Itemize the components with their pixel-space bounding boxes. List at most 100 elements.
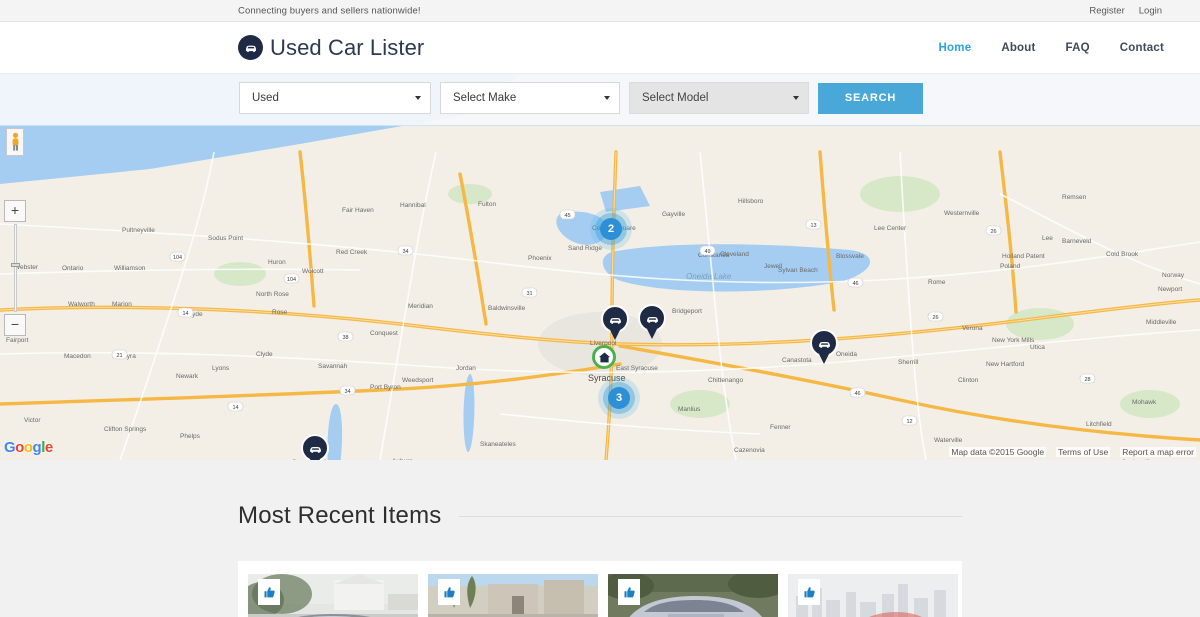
listing-photo[interactable] bbox=[248, 574, 418, 617]
svg-text:Conquest: Conquest bbox=[370, 330, 398, 337]
map-zoom-controls[interactable]: + − bbox=[4, 200, 26, 336]
svg-text:Williamson: Williamson bbox=[114, 265, 146, 272]
utility-bar: Connecting buyers and sellers nationwide… bbox=[0, 0, 1200, 22]
svg-text:Jordan: Jordan bbox=[456, 365, 476, 372]
car-pin-icon[interactable] bbox=[638, 304, 666, 332]
model-select[interactable]: Select Model bbox=[629, 82, 809, 114]
svg-text:Jordanville: Jordanville bbox=[1122, 459, 1153, 460]
svg-text:49: 49 bbox=[704, 249, 710, 255]
make-select[interactable]: Select Make bbox=[440, 82, 620, 114]
svg-text:Marion: Marion bbox=[112, 301, 132, 308]
svg-text:34: 34 bbox=[402, 249, 408, 255]
listing-photo[interactable] bbox=[608, 574, 778, 617]
zoom-slider-knob[interactable] bbox=[10, 263, 20, 267]
chevron-down-icon bbox=[793, 96, 799, 100]
search-button[interactable]: SEARCH bbox=[818, 82, 923, 114]
svg-text:Cleveland: Cleveland bbox=[720, 251, 749, 258]
street-view-pegman-icon[interactable] bbox=[6, 128, 24, 156]
condition-select[interactable]: Used bbox=[239, 82, 431, 114]
car-pin-icon[interactable] bbox=[601, 305, 629, 333]
svg-text:Norway: Norway bbox=[1162, 272, 1185, 279]
svg-text:Cazenovia: Cazenovia bbox=[734, 447, 765, 454]
thumbs-up-icon[interactable] bbox=[438, 579, 460, 605]
recent-items-list: IMAGE COMING SOON bbox=[238, 561, 962, 617]
login-link[interactable]: Login bbox=[1139, 5, 1162, 16]
list-item[interactable]: IMAGE COMING SOON bbox=[788, 574, 958, 617]
svg-text:Victor: Victor bbox=[24, 417, 41, 424]
svg-text:Macedon: Macedon bbox=[64, 353, 91, 360]
map-section[interactable]: Fair Haven Hannibal Fulton Central Squar… bbox=[0, 74, 1200, 460]
brand-logo[interactable]: Used Car Lister bbox=[238, 35, 424, 61]
svg-text:Savannah: Savannah bbox=[318, 363, 348, 370]
svg-text:Fulton: Fulton bbox=[478, 201, 496, 208]
svg-text:Phoenix: Phoenix bbox=[528, 255, 552, 262]
svg-text:28: 28 bbox=[1084, 377, 1090, 383]
svg-text:31: 31 bbox=[526, 291, 532, 297]
svg-text:45: 45 bbox=[564, 213, 570, 219]
zoom-slider[interactable] bbox=[10, 224, 20, 312]
svg-text:Pultneyville: Pultneyville bbox=[122, 227, 155, 234]
page-title: Most Recent Items bbox=[238, 502, 442, 529]
svg-text:Auburn: Auburn bbox=[392, 458, 413, 460]
svg-text:Blossvale: Blossvale bbox=[836, 253, 864, 260]
map-cluster-marker[interactable]: 2 bbox=[600, 218, 622, 240]
listing-photo[interactable] bbox=[428, 574, 598, 617]
svg-text:North Rose: North Rose bbox=[256, 291, 289, 298]
zoom-in-button[interactable]: + bbox=[4, 200, 26, 222]
list-item[interactable] bbox=[608, 574, 778, 617]
home-icon[interactable] bbox=[592, 345, 616, 369]
make-select-value: Select Make bbox=[453, 92, 517, 104]
model-select-value: Select Model bbox=[642, 92, 709, 104]
car-pin-icon[interactable] bbox=[301, 434, 329, 460]
vehicle-search-bar: Used Select Make Select Model SEARCH bbox=[0, 74, 1200, 126]
google-logo: Google bbox=[4, 439, 53, 456]
svg-text:Phelps: Phelps bbox=[180, 433, 201, 440]
listing-photo[interactable]: IMAGE COMING SOON bbox=[788, 574, 958, 617]
svg-text:Newark: Newark bbox=[176, 373, 199, 380]
thumbs-up-icon[interactable] bbox=[798, 579, 820, 605]
svg-text:Lee: Lee bbox=[1042, 235, 1053, 242]
svg-text:26: 26 bbox=[932, 315, 938, 321]
svg-text:104: 104 bbox=[287, 277, 296, 283]
list-item[interactable] bbox=[248, 574, 418, 617]
main-navigation: Home About FAQ Contact bbox=[939, 42, 1164, 54]
svg-text:Port Byron: Port Byron bbox=[370, 384, 401, 391]
report-map-error-link[interactable]: Report a map error bbox=[1120, 447, 1196, 457]
svg-text:Clinton: Clinton bbox=[958, 377, 979, 384]
svg-text:13: 13 bbox=[810, 223, 816, 229]
map-cluster-marker[interactable]: 3 bbox=[608, 387, 630, 409]
svg-text:34: 34 bbox=[344, 389, 350, 395]
svg-text:Verona: Verona bbox=[962, 325, 983, 332]
svg-text:Remsen: Remsen bbox=[1062, 194, 1087, 201]
register-link[interactable]: Register bbox=[1089, 5, 1124, 16]
svg-text:Fenner: Fenner bbox=[770, 424, 791, 431]
car-circle-icon bbox=[238, 35, 263, 60]
svg-text:Barneveld: Barneveld bbox=[1062, 238, 1092, 245]
thumbs-up-icon[interactable] bbox=[618, 579, 640, 605]
nav-item-faq[interactable]: FAQ bbox=[1066, 42, 1090, 54]
svg-text:Oneida Lake: Oneida Lake bbox=[686, 272, 732, 281]
map-canvas[interactable]: Fair Haven Hannibal Fulton Central Squar… bbox=[0, 74, 1200, 460]
svg-text:21: 21 bbox=[116, 353, 122, 359]
svg-text:Gayville: Gayville bbox=[662, 211, 686, 218]
zoom-out-button[interactable]: − bbox=[4, 314, 26, 336]
svg-text:Sherrill: Sherrill bbox=[898, 359, 919, 366]
recent-items-section: Most Recent Items bbox=[0, 460, 1200, 617]
nav-item-home[interactable]: Home bbox=[939, 42, 972, 54]
chevron-down-icon bbox=[415, 96, 421, 100]
list-item[interactable] bbox=[428, 574, 598, 617]
condition-select-value: Used bbox=[252, 92, 279, 104]
svg-text:Chittenango: Chittenango bbox=[708, 377, 743, 384]
svg-text:Huron: Huron bbox=[268, 259, 286, 266]
svg-text:Waterville: Waterville bbox=[934, 437, 963, 444]
nav-item-about[interactable]: About bbox=[1001, 42, 1035, 54]
svg-text:Lyons: Lyons bbox=[212, 365, 230, 372]
thumbs-up-icon[interactable] bbox=[258, 579, 280, 605]
svg-text:New York Mills: New York Mills bbox=[992, 337, 1035, 344]
terms-of-use-link[interactable]: Terms of Use bbox=[1056, 447, 1111, 457]
svg-text:Lee Center: Lee Center bbox=[874, 225, 907, 232]
svg-text:New Hartford: New Hartford bbox=[986, 361, 1025, 368]
svg-text:Mohawk: Mohawk bbox=[1132, 399, 1157, 406]
car-pin-icon[interactable] bbox=[810, 329, 838, 357]
nav-item-contact[interactable]: Contact bbox=[1120, 42, 1164, 54]
